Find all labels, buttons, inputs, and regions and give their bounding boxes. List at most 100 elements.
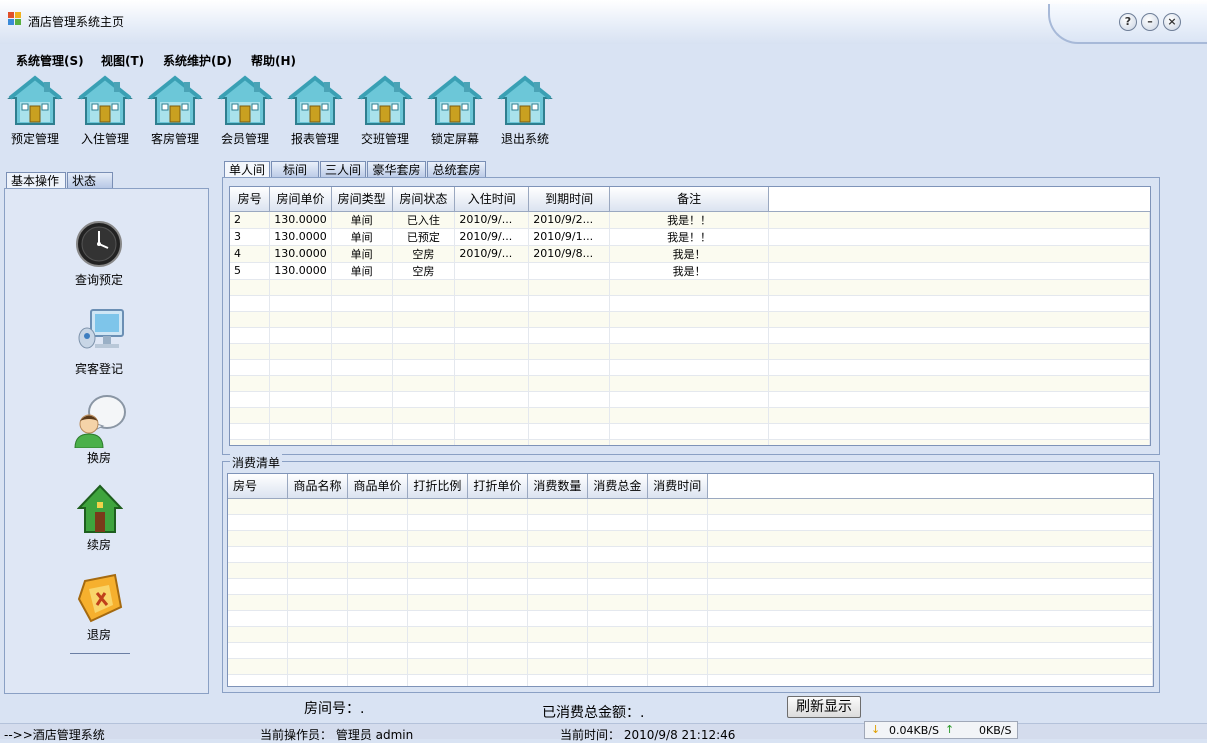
status-bar: -->>酒店管理系统 当前操作员： 管理员 admin 当前时间： 2010/9… — [0, 723, 1207, 742]
table-row[interactable]: 4 130.0000 单间 空房 2010/9/... 2010/9/8... 我是！ — [230, 245, 1150, 263]
refresh-button[interactable]: 刷新显示 — [787, 696, 861, 718]
table-row — [228, 658, 1153, 675]
toolbar-button-6[interactable]: 锁定屏幕 — [420, 74, 490, 146]
column-header[interactable]: 入住时间 — [454, 187, 530, 212]
table-row[interactable]: 3 130.0000 单间 已预定 2010/9/... 2010/9/1... 我是！！ — [230, 228, 1150, 246]
toolbar-button-4[interactable]: 报表管理 — [280, 74, 350, 146]
column-header[interactable]: 消费数量 — [527, 474, 589, 499]
minimize-button[interactable]: – — [1141, 13, 1159, 31]
table-cell — [647, 642, 709, 659]
tab-presidential-suite[interactable]: 总统套房 — [427, 161, 486, 178]
table-cell — [287, 626, 349, 643]
computer-icon — [78, 309, 124, 349]
tab-deluxe-suite[interactable]: 豪华套房 — [367, 161, 426, 178]
column-header[interactable]: 房间单价 — [269, 187, 332, 212]
table-cell — [407, 578, 469, 595]
menu-help[interactable]: 帮助(H) — [251, 52, 296, 69]
tab-basic-ops[interactable]: 基本操作 — [6, 172, 66, 189]
table-row[interactable] — [230, 295, 1150, 312]
table-row[interactable] — [230, 311, 1150, 328]
table-cell: 已预定 — [392, 228, 456, 246]
column-header[interactable]: 房号 — [230, 187, 271, 212]
help-button[interactable]: ? — [1119, 13, 1137, 31]
query-reservation-button[interactable]: 查询预定 — [49, 219, 149, 289]
guest-registration-button[interactable]: 宾客登记 — [49, 306, 149, 376]
table-cell: 2010/9/2... — [528, 211, 611, 229]
table-cell — [331, 359, 393, 376]
table-cell — [228, 498, 289, 515]
panel-divider — [70, 653, 130, 654]
table-cell — [707, 498, 1153, 515]
table-row[interactable] — [230, 327, 1150, 344]
table-row[interactable] — [230, 375, 1150, 392]
column-header[interactable]: 消费总金 — [587, 474, 649, 499]
table-cell — [230, 311, 271, 328]
table-row[interactable] — [230, 359, 1150, 376]
tab-single-room[interactable]: 单人间 — [224, 161, 270, 178]
toolbar-button-0[interactable]: 预定管理 — [0, 74, 70, 146]
table-cell — [454, 262, 530, 280]
close-button[interactable]: × — [1163, 13, 1181, 31]
consumption-grid[interactable]: 房号 商品名称 商品单价 打折比例 打折单价 消费数量 消费总金 消费时间 — [227, 473, 1154, 687]
menu-system[interactable]: 系统管理(S) — [16, 52, 84, 69]
table-row[interactable] — [230, 391, 1150, 408]
table-cell — [269, 343, 332, 360]
tab-triple-room[interactable]: 三人间 — [320, 161, 366, 178]
table-row[interactable]: 5 130.0000 单间 空房 我是！ — [230, 262, 1150, 280]
toolbar-button-3[interactable]: 会员管理 — [210, 74, 280, 146]
change-room-button[interactable]: 换房 — [49, 394, 149, 465]
tab-standard-room[interactable]: 标间 — [271, 161, 319, 178]
filler-cell — [768, 279, 1150, 296]
table-row[interactable] — [230, 407, 1150, 424]
table-cell — [609, 407, 770, 424]
table-row[interactable] — [230, 423, 1150, 440]
column-header[interactable]: 打折比例 — [407, 474, 469, 499]
left-panel: 查询预定 宾客登记 换房 续房 退房 — [4, 188, 209, 694]
table-cell: 空房 — [392, 245, 456, 263]
column-header[interactable]: 房间类型 — [331, 187, 393, 212]
toolbar-button-1[interactable]: 入住管理 — [70, 74, 140, 146]
column-header[interactable]: 到期时间 — [528, 187, 611, 212]
tab-status[interactable]: 状态 — [67, 172, 113, 189]
table-cell — [392, 327, 456, 344]
table-cell — [528, 279, 611, 296]
table-cell — [331, 311, 393, 328]
column-header[interactable]: 打折单价 — [467, 474, 529, 499]
table-cell — [707, 594, 1153, 611]
chat-user-icon — [74, 395, 126, 448]
filler-cell — [768, 407, 1150, 424]
table-row[interactable] — [230, 439, 1150, 445]
table-cell — [269, 439, 332, 445]
table-cell — [228, 514, 289, 531]
menu-view[interactable]: 视图(T) — [101, 52, 144, 69]
table-cell — [230, 343, 271, 360]
table-row[interactable]: 2 130.0000 单间 已入住 2010/9/... 2010/9/2... 我是！！ — [230, 211, 1150, 229]
table-cell — [609, 279, 770, 296]
table-row — [228, 514, 1153, 531]
toolbar-button-5[interactable]: 交班管理 — [350, 74, 420, 146]
table-row — [228, 674, 1153, 686]
table-row — [228, 498, 1153, 515]
toolbar-button-7[interactable]: 退出系统 — [490, 74, 560, 146]
table-row[interactable] — [230, 343, 1150, 360]
column-header[interactable]: 备注 — [609, 187, 770, 212]
table-row[interactable] — [230, 279, 1150, 296]
table-cell — [230, 391, 271, 408]
column-header[interactable]: 房号 — [228, 474, 289, 499]
room-grid[interactable]: 房号 房间单价 房间类型 房间状态 入住时间 到期时间 备注 2 130.0000 单间 已入住 2… — [229, 186, 1151, 446]
menu-maintenance[interactable]: 系统维护(D) — [163, 52, 232, 69]
toolbar-button-2[interactable]: 客房管理 — [140, 74, 210, 146]
table-cell — [228, 642, 289, 659]
table-cell — [331, 439, 393, 445]
checkout-button[interactable]: 退房 — [49, 571, 149, 642]
extend-room-button[interactable]: 续房 — [49, 484, 149, 554]
column-header[interactable]: 商品单价 — [347, 474, 409, 499]
table-cell — [587, 658, 649, 675]
table-cell — [331, 423, 393, 440]
table-cell — [269, 311, 332, 328]
column-header[interactable]: 消费时间 — [647, 474, 709, 499]
table-cell — [347, 498, 409, 515]
column-header[interactable]: 房间状态 — [392, 187, 456, 212]
table-cell — [454, 359, 530, 376]
column-header[interactable]: 商品名称 — [287, 474, 349, 499]
